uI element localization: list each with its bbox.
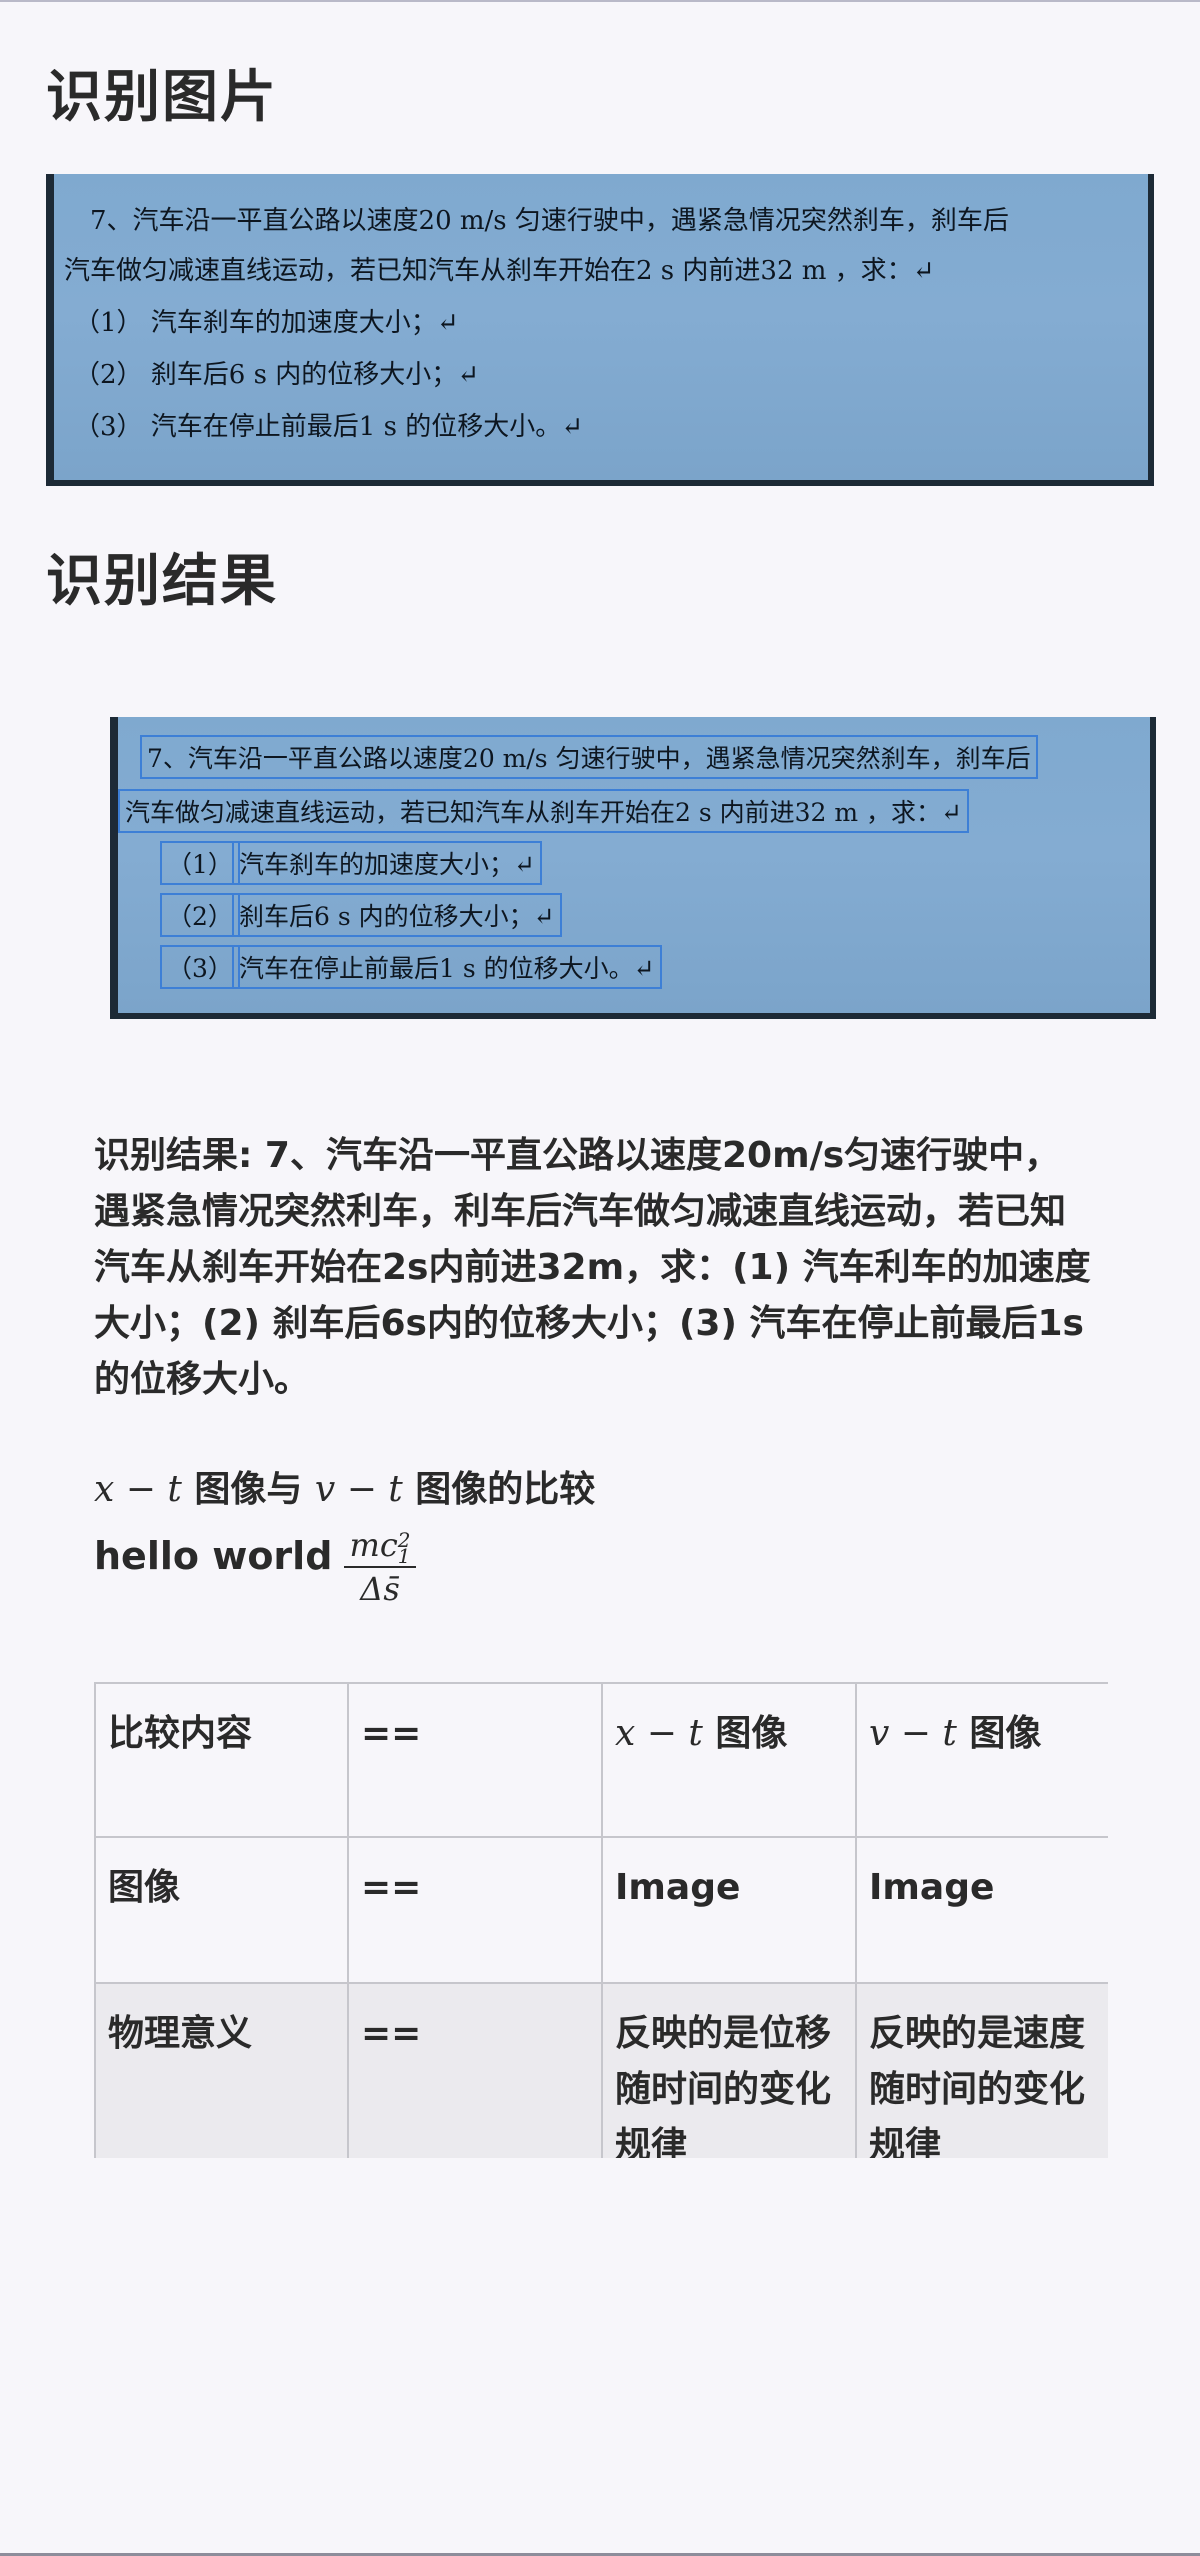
numerator-base: mc [349, 1526, 398, 1564]
math-x-t: x − t [94, 1469, 182, 1510]
header-label: 图像 [702, 1713, 788, 1754]
table-cell: Image [601, 1836, 857, 1984]
table-header-cell: v − t 图像 [855, 1682, 1108, 1838]
detected-text-box: （2） [160, 893, 240, 937]
math-fraction: mc 2 1 Δs̄ [344, 1526, 416, 1608]
annotated-result-photo[interactable]: 7、汽车沿一平直公路以速度20 m/s 匀速行驶中，遇紧急情况突然刹车，刹车后 … [110, 717, 1156, 1019]
table-cell: 反映的是位移随时间的变化规律 [601, 1982, 857, 2158]
hello-text: hello world [94, 1534, 333, 1578]
photo-line: （3） 汽车在停止前最后1 s 的位移大小。↵ [74, 412, 584, 442]
detected-text-box: （3） [160, 945, 240, 989]
table-cell: Image [855, 1836, 1108, 1984]
comparison-table: 比较内容 == x − t 图像 v − t 图像 图像 == Image Im… [94, 1682, 1108, 2158]
detected-text-box: 汽车在停止前最后1 s 的位移大小。↵ [232, 945, 662, 989]
recognition-result-text: 识别结果: 7、汽车沿一平直公路以速度20m/s匀速行驶中，遇紧急情况突然利车，… [94, 1135, 1091, 1400]
math-x-t: x − t [615, 1713, 703, 1754]
table-cell: 物理意义 [94, 1982, 349, 2158]
table-header-cell: x − t 图像 [601, 1682, 857, 1838]
detected-text-box: 7、汽车沿一平直公路以速度20 m/s 匀速行驶中，遇紧急情况突然刹车，刹车后 [140, 735, 1038, 779]
comparison-label: 图像与 [181, 1469, 315, 1510]
detected-text-box: 刹车后6 s 内的位移大小；↵ [232, 893, 562, 937]
comparison-heading: x − t 图像与 v − t 图像的比较 [94, 1460, 595, 1512]
table-cell: == [347, 1982, 603, 2158]
comparison-label: 图像的比较 [402, 1469, 596, 1510]
table-row: 图像 == Image Image [94, 1836, 1108, 1984]
photo-line: （2） 刹车后6 s 内的位移大小；↵ [74, 360, 480, 390]
comparison-table-container[interactable]: 比较内容 == x − t 图像 v − t 图像 图像 == Image Im… [94, 1682, 1108, 2158]
photo-line: （1） 汽车刹车的加速度大小；↵ [74, 308, 459, 338]
table-header-cell: == [347, 1682, 603, 1838]
detected-text-box: （1） [160, 841, 240, 885]
table-header-row: 比较内容 == x − t 图像 v − t 图像 [94, 1682, 1108, 1838]
fraction-numerator: mc 2 1 [344, 1526, 416, 1568]
numerator-sub: 1 [397, 1543, 411, 1568]
photo-line: 7、汽车沿一平直公路以速度20 m/s 匀速行驶中，遇紧急情况突然刹车，刹车后 [90, 206, 1009, 236]
section-title-result: 识别结果 [46, 549, 278, 614]
math-v-t: v − t [314, 1469, 403, 1510]
fraction-denominator: Δs̄ [360, 1570, 400, 1608]
table-row: 物理意义 == 反映的是位移随时间的变化规律 反映的是速度随时间的变化规律 [94, 1982, 1108, 2158]
photo-line: 汽车做匀减速直线运动，若已知汽车从刹车开始在2 s 内前进32 m ，求：↵ [64, 256, 935, 286]
table-cell: == [347, 1836, 603, 1984]
recognized-image-photo[interactable]: 7、汽车沿一平直公路以速度20 m/s 匀速行驶中，遇紧急情况突然刹车，刹车后 … [46, 174, 1154, 486]
top-divider [0, 0, 1200, 2]
detected-text-box: 汽车刹车的加速度大小；↵ [232, 841, 542, 885]
table-header-cell: 比较内容 [94, 1682, 349, 1838]
detected-text-box: 汽车做匀减速直线运动，若已知汽车从刹车开始在2 s 内前进32 m ，求：↵ [118, 789, 969, 833]
table-cell: 图像 [94, 1836, 349, 1984]
table-cell: 反映的是速度随时间的变化规律 [855, 1982, 1108, 2158]
header-label: 图像 [956, 1713, 1042, 1754]
math-v-t: v − t [869, 1713, 957, 1754]
section-title-image: 识别图片 [46, 65, 278, 130]
